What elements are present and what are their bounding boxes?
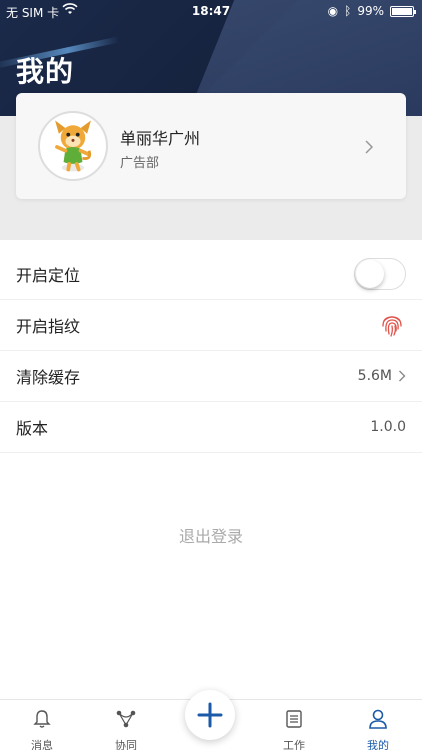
setting-version: 版本 1.0.0 [0,402,422,453]
user-icon [369,709,387,729]
setting-fingerprint[interactable]: 开启指纹 [0,300,422,351]
tab-label: 工作 [283,739,305,750]
bell-icon [33,710,51,728]
setting-label: 开启定位 [16,266,81,285]
mascot-avatar-image [55,120,92,172]
tab-messages[interactable]: 消息 [0,708,84,750]
toggle-knob [356,260,384,288]
chevron-right-icon [365,140,374,154]
battery-fill [392,7,412,15]
bluetooth-icon: ᛒ [344,4,352,18]
logout-button[interactable]: 退出登录 [0,523,422,547]
setting-label: 清除缓存 [16,368,81,387]
collaborate-icon [116,710,136,728]
tab-label: 协同 [115,739,137,750]
tab-me[interactable]: 我的 [336,708,420,750]
setting-label: 版本 [16,419,49,438]
profile-department: 广告部 [120,156,160,171]
profile-card[interactable]: 单丽华广州 广告部 [16,93,406,199]
orientation-lock-icon: ◉ [327,4,339,18]
battery-percent: 99% [357,4,384,18]
tab-label: 消息 [31,739,53,750]
document-icon [286,710,302,728]
settings-list: 开启定位 开启指纹 清除缓存 5.6M 版本 1.0.0 [0,249,422,453]
setting-clear-cache[interactable]: 清除缓存 5.6M [0,351,422,402]
avatar[interactable] [38,111,108,181]
cache-size: 5.6M [357,368,392,384]
fingerprint-icon[interactable] [378,311,406,339]
chevron-right-icon [399,370,406,382]
version-value: 1.0.0 [370,419,406,435]
status-bar: 无 SIM 卡 18:47 ◉ ᛒ 99% [0,0,422,22]
setting-label: 开启指纹 [16,317,81,336]
add-button[interactable] [185,690,235,740]
tab-label: 我的 [367,739,389,750]
page-title: 我的 [16,55,75,88]
tab-work[interactable]: 工作 [252,708,336,750]
profile-name: 单丽华广州 [120,129,201,148]
tab-collaborate[interactable]: 协同 [84,708,168,750]
setting-location[interactable]: 开启定位 [0,249,422,300]
location-toggle[interactable] [354,258,406,290]
plus-icon [197,702,223,728]
battery-icon [390,5,416,17]
